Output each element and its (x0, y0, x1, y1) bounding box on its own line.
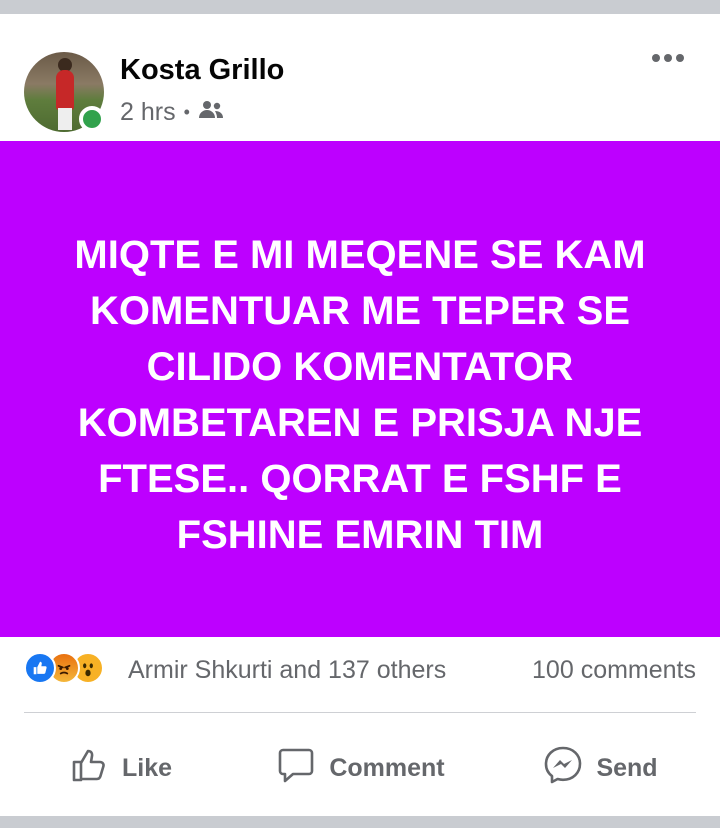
comment-button[interactable]: Comment (240, 738, 480, 798)
comments-count[interactable]: 100 comments (532, 656, 696, 685)
post-meta: 2 hrs • (120, 98, 224, 127)
reaction-icons[interactable] (24, 652, 104, 684)
post-stats: Armir Shkurti and 137 others 100 comment… (0, 646, 720, 694)
thumbs-up-icon (68, 744, 110, 793)
post-header: Kosta Grillo 2 hrs • (0, 14, 720, 140)
more-options-icon[interactable] (652, 54, 684, 62)
like-reaction-icon (24, 652, 56, 684)
messenger-icon (542, 744, 584, 793)
author-name[interactable]: Kosta Grillo (120, 54, 284, 87)
post-text: MIQTE E MI MEQENE SE KAM KOMENTUAR ME TE… (74, 233, 646, 557)
like-label: Like (121, 753, 173, 782)
comment-icon (275, 744, 317, 793)
like-button[interactable]: Like (0, 738, 240, 798)
reaction-people[interactable]: Armir Shkurti and 137 others (128, 656, 446, 685)
post-time[interactable]: 2 hrs (120, 98, 176, 127)
send-button[interactable]: Send (480, 738, 720, 798)
comment-label: Comment (329, 753, 445, 782)
action-bar: Like Comment Send (0, 738, 720, 798)
friends-icon[interactable] (198, 98, 224, 127)
divider (24, 712, 696, 713)
post-background: MIQTE E MI MEQENE SE KAM KOMENTUAR ME TE… (0, 141, 720, 637)
post-card: Kosta Grillo 2 hrs • MIQTE E MI MEQENE S… (0, 14, 720, 816)
send-label: Send (596, 753, 658, 782)
meta-separator: • (183, 102, 190, 122)
online-status-indicator (79, 106, 105, 132)
